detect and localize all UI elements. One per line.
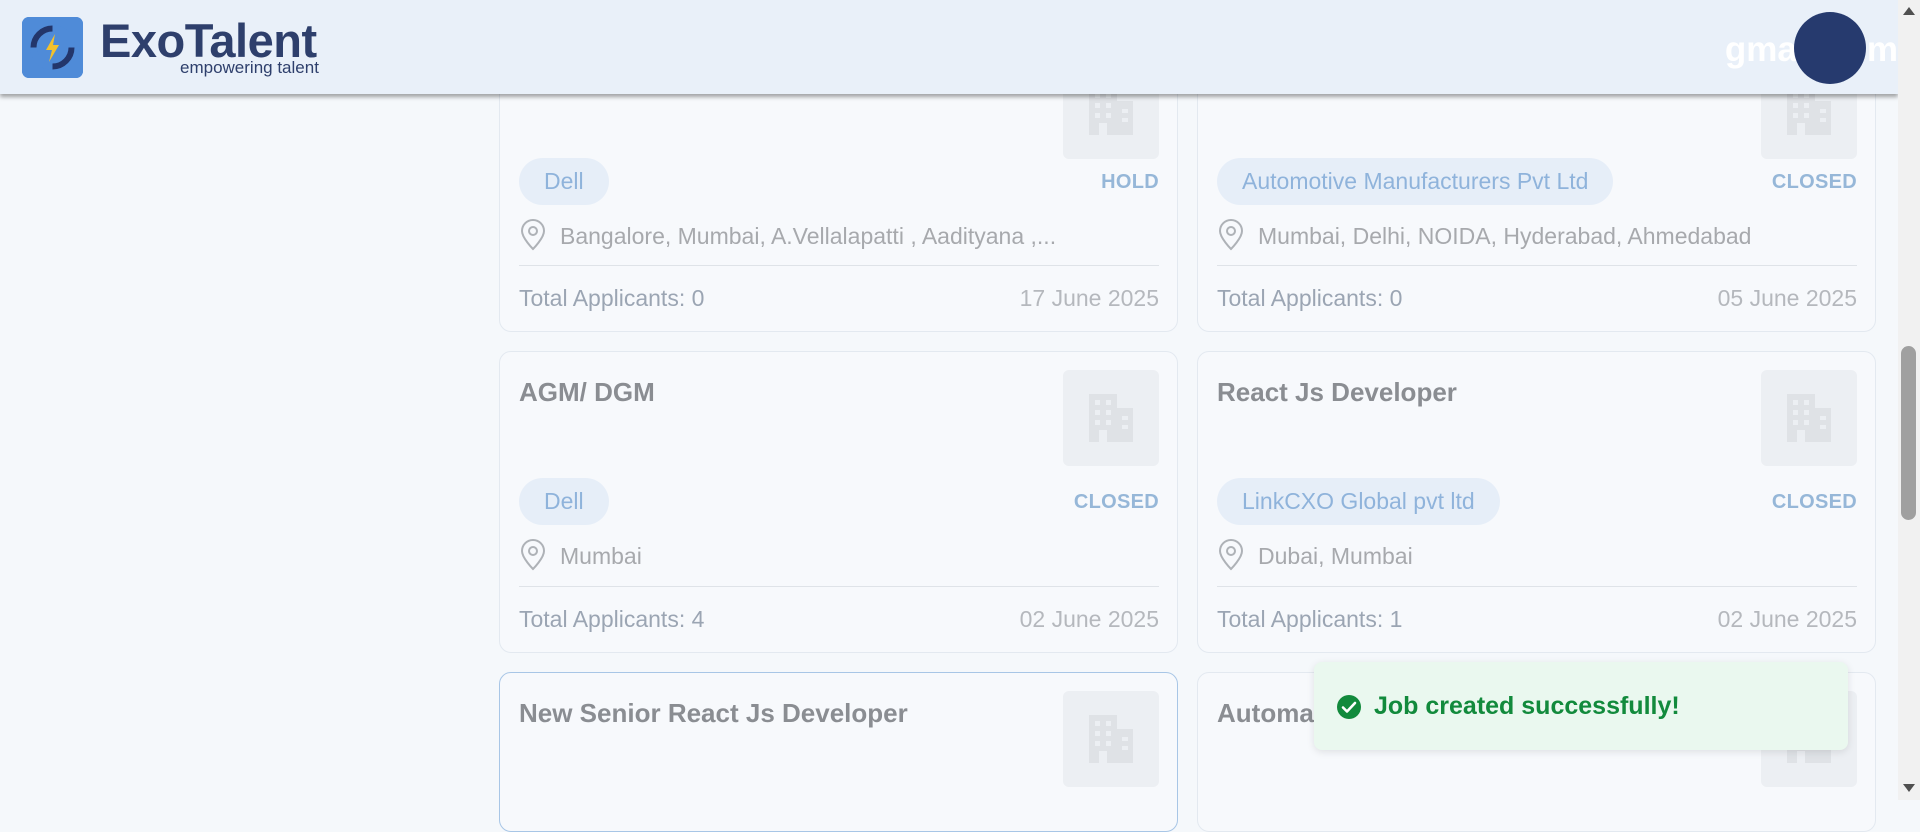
company-chip[interactable]: LinkCXO Global pvt ltd bbox=[1217, 478, 1500, 525]
exotalent-logo-icon[interactable] bbox=[22, 17, 83, 78]
company-chip[interactable]: Dell bbox=[519, 478, 609, 525]
job-location: Mumbai bbox=[560, 543, 642, 569]
company-logo bbox=[1761, 370, 1857, 466]
location-pin-icon bbox=[520, 219, 546, 251]
job-card[interactable]: AGM/ DGM Dell CLOSED Mumbai Total Applic… bbox=[499, 351, 1178, 653]
job-title: Automa bbox=[1217, 698, 1314, 728]
brand-tagline: empowering talent bbox=[180, 58, 319, 77]
job-title: New Senior React Js Developer bbox=[519, 698, 908, 728]
job-date: 05 June 2025 bbox=[1717, 285, 1857, 311]
success-toast[interactable]: Job created successfully! bbox=[1314, 662, 1848, 750]
job-status: CLOSED bbox=[1771, 491, 1857, 513]
job-card[interactable]: React Js Developer LinkCXO Global pvt lt… bbox=[1197, 351, 1876, 653]
job-date: 02 June 2025 bbox=[1019, 606, 1159, 632]
scroll-down-arrow-icon[interactable] bbox=[1903, 784, 1915, 792]
card-divider bbox=[519, 586, 1159, 587]
toast-message: Job created successfully! bbox=[1374, 692, 1680, 720]
job-status: CLOSED bbox=[1073, 491, 1159, 513]
company-chip[interactable]: Dell bbox=[519, 158, 609, 205]
building-icon bbox=[1787, 394, 1831, 442]
scroll-up-arrow-icon[interactable] bbox=[1903, 7, 1915, 15]
location-pin-icon bbox=[1218, 539, 1244, 571]
location-pin-icon bbox=[1218, 219, 1244, 251]
job-card[interactable]: New Senior React Js Developer bbox=[499, 672, 1178, 832]
job-location: Dubai, Mumbai bbox=[1258, 543, 1413, 569]
user-avatar[interactable] bbox=[1794, 12, 1866, 84]
job-status: CLOSED bbox=[1771, 171, 1857, 193]
card-divider bbox=[1217, 586, 1857, 587]
job-status: HOLD bbox=[1101, 171, 1159, 193]
total-applicants: Total Applicants: 4 bbox=[519, 606, 705, 632]
total-applicants: Total Applicants: 1 bbox=[1217, 606, 1403, 632]
company-logo bbox=[1063, 691, 1159, 787]
building-icon bbox=[1089, 394, 1133, 442]
job-date: 17 June 2025 bbox=[1019, 285, 1159, 311]
total-applicants: Total Applicants: 0 bbox=[1217, 285, 1403, 311]
card-divider bbox=[1217, 265, 1857, 266]
location-pin-icon bbox=[520, 539, 546, 571]
scroll-thumb[interactable] bbox=[1901, 346, 1916, 520]
top-header: ExoTalent empowering talent gmail.com bbox=[0, 0, 1898, 94]
company-logo bbox=[1063, 370, 1159, 466]
check-circle-icon bbox=[1337, 695, 1361, 719]
company-chip[interactable]: Automotive Manufacturers Pvt Ltd bbox=[1217, 158, 1614, 205]
page-scrollbar[interactable] bbox=[1898, 0, 1920, 800]
job-date: 02 June 2025 bbox=[1717, 606, 1857, 632]
card-divider bbox=[519, 265, 1159, 266]
building-icon bbox=[1089, 715, 1133, 763]
job-title: React Js Developer bbox=[1217, 377, 1457, 407]
job-location: Mumbai, Delhi, NOIDA, Hyderabad, Ahmedab… bbox=[1258, 223, 1752, 249]
job-location: Bangalore, Mumbai, A.Vellalapatti , Aadi… bbox=[560, 223, 1057, 249]
total-applicants: Total Applicants: 0 bbox=[519, 285, 705, 311]
job-title: AGM/ DGM bbox=[519, 377, 655, 407]
